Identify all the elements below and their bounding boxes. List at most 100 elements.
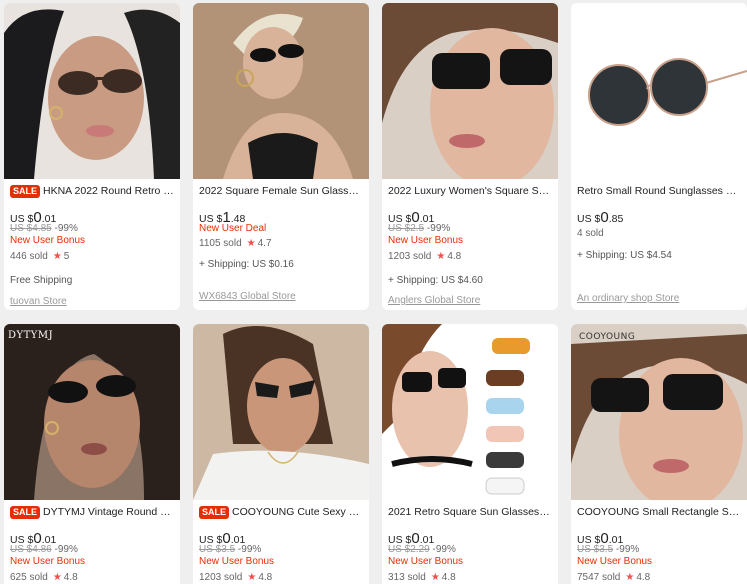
original-price-row: US $3.5 -99% (577, 544, 741, 556)
sold-count: 1203 sold (199, 572, 243, 583)
product-card[interactable]: SALE HKNA 2022 Round Retro S... US $0.01 … (4, 3, 180, 310)
original-price-row: US $2.29 -99% (388, 544, 552, 556)
sold-count: 7547 sold (577, 572, 621, 583)
discount: -99% (54, 544, 78, 555)
sold-count: 313 sold (388, 572, 426, 583)
rating: 4.8 (63, 572, 78, 583)
product-price: US $0.01 (10, 209, 174, 226)
product-title[interactable]: COOYOUNG Small Rectangle Sungl... (577, 505, 741, 519)
promo-label: New User Bonus (10, 556, 86, 567)
star-icon: ★ (247, 572, 257, 583)
original-price-row: US $3.5 -99% (199, 544, 363, 556)
rating: 5 (63, 251, 70, 262)
product-title[interactable]: 2022 Square Female Sun Glasses L... (199, 184, 363, 198)
sold-rating-row: 1203 sold ★ 4.8 (388, 250, 552, 263)
star-icon: ★ (625, 572, 635, 583)
original-price-row: US $2.5 -99% (388, 223, 552, 235)
product-title-text: COOYOUNG Small Rectangle Sungl... (577, 506, 741, 518)
original-price: US $3.5 (199, 544, 236, 555)
product-price: US $0.01 (199, 530, 363, 547)
product-price: US $0.01 (388, 209, 552, 226)
sold-rating-row: 625 sold ★ 4.8 (10, 571, 174, 584)
original-price-row: US $4.85 -99% (10, 223, 174, 235)
product-title-text: 2021 Retro Square Sun Glasses Lu... (388, 506, 552, 518)
promo-label: New User Bonus (577, 556, 653, 567)
store-link[interactable]: WX6843 Global Store (199, 291, 363, 303)
rating: 4.8 (636, 572, 651, 583)
sold-rating-row: 446 sold ★ 5 (10, 250, 174, 263)
promo-label: New User Bonus (388, 556, 464, 567)
star-icon: ★ (246, 238, 256, 249)
product-image[interactable] (382, 3, 558, 179)
sold-count: 4 sold (577, 228, 604, 239)
product-price: US $0.85 (577, 209, 741, 226)
product-image[interactable] (571, 3, 747, 179)
promo-label: New User Bonus (10, 235, 86, 246)
shipping-info: + Shipping: US $4.60 (388, 275, 483, 286)
promo-label: New User Deal (199, 223, 267, 234)
original-price-row: US $4.86 -99% (10, 544, 174, 556)
store-link[interactable]: An ordinary shop Store (577, 293, 741, 305)
product-card[interactable]: 2022 Square Female Sun Glasses L... US $… (193, 3, 369, 310)
rating: 4.8 (441, 572, 456, 583)
product-title-text: Retro Small Round Sunglasses Wo... (577, 185, 741, 197)
shipping-info: + Shipping: US $0.16 (199, 259, 294, 270)
product-title-text: DYTYMJ Vintage Round Sun... (43, 506, 174, 518)
original-price: US $2.29 (388, 544, 430, 555)
price-currency: US $ (577, 213, 601, 225)
product-card[interactable]: 2022 Luxury Women's Square Sun... US $0.… (382, 3, 558, 310)
promo-label: New User Bonus (199, 556, 275, 567)
product-image[interactable] (193, 3, 369, 179)
discount: -99% (432, 544, 456, 555)
product-grid: SALE HKNA 2022 Round Retro S... US $0.01 … (0, 0, 747, 584)
sold-rating-row: 1105 sold ★ 4.7 (199, 237, 363, 250)
sold-count: 1203 sold (388, 251, 432, 262)
sold-rating-row: 313 sold ★ 4.8 (388, 571, 552, 584)
product-image[interactable] (382, 324, 558, 500)
original-price: US $4.85 (10, 223, 52, 234)
star-icon: ★ (52, 251, 62, 262)
product-title[interactable]: SALE COOYOUNG Cute Sexy Retr... (199, 505, 363, 519)
product-card[interactable]: 2021 Retro Square Sun Glasses Lu... US $… (382, 324, 558, 584)
sold-count: 625 sold (10, 572, 48, 583)
product-price: US $0.01 (388, 530, 552, 547)
store-link[interactable]: tuovan Store (10, 296, 174, 308)
star-icon: ★ (430, 572, 440, 583)
product-title[interactable]: SALE HKNA 2022 Round Retro S... (10, 184, 174, 198)
product-card[interactable]: DYTYMJ SALE DYTYMJ Vintage Round Sun... U… (4, 324, 180, 584)
sale-badge: SALE (10, 184, 41, 198)
sold-rating-row: 4 sold (577, 227, 741, 240)
sold-rating-row: 7547 sold ★ 4.8 (577, 571, 741, 584)
product-title-text: COOYOUNG Cute Sexy Retr... (232, 506, 363, 518)
product-title[interactable]: 2021 Retro Square Sun Glasses Lu... (388, 505, 552, 519)
discount: -99% (237, 544, 262, 555)
original-price: US $2.5 (388, 223, 425, 234)
product-price: US $0.01 (577, 530, 741, 547)
product-title[interactable]: Retro Small Round Sunglasses Wo... (577, 184, 741, 198)
product-image[interactable]: DYTYMJ (4, 324, 180, 500)
product-price: US $0.01 (10, 530, 174, 547)
rating: 4.8 (258, 572, 273, 583)
sold-count: 446 sold (10, 251, 48, 262)
discount: -99% (615, 544, 640, 555)
price-fraction: .85 (608, 213, 624, 225)
shipping-info: + Shipping: US $4.54 (577, 250, 672, 261)
product-title-text: HKNA 2022 Round Retro S... (43, 185, 174, 197)
product-title[interactable]: SALE DYTYMJ Vintage Round Sun... (10, 505, 174, 519)
product-card[interactable]: Retro Small Round Sunglasses Wo... US $0… (571, 3, 747, 310)
product-image[interactable] (193, 324, 369, 500)
shipping-info: Free Shipping (10, 275, 73, 286)
product-card[interactable]: SALE COOYOUNG Cute Sexy Retr... US $0.01 … (193, 324, 369, 584)
original-price: US $3.5 (577, 544, 614, 555)
star-icon: ★ (436, 251, 446, 262)
product-image[interactable] (4, 3, 180, 179)
product-card[interactable]: COOYOUNG COOYOUNG Small Rectangle Sungl.… (571, 324, 747, 584)
product-title[interactable]: 2022 Luxury Women's Square Sun... (388, 184, 552, 198)
product-image[interactable]: COOYOUNG (571, 324, 747, 500)
sold-rating-row: 1203 sold ★ 4.8 (199, 571, 363, 584)
product-price: US $1.48 (199, 209, 363, 226)
discount: -99% (54, 223, 78, 234)
product-title-text: 2022 Luxury Women's Square Sun... (388, 185, 552, 197)
sold-count: 1105 sold (199, 238, 242, 249)
store-link[interactable]: Anglers Global Store (388, 295, 552, 307)
